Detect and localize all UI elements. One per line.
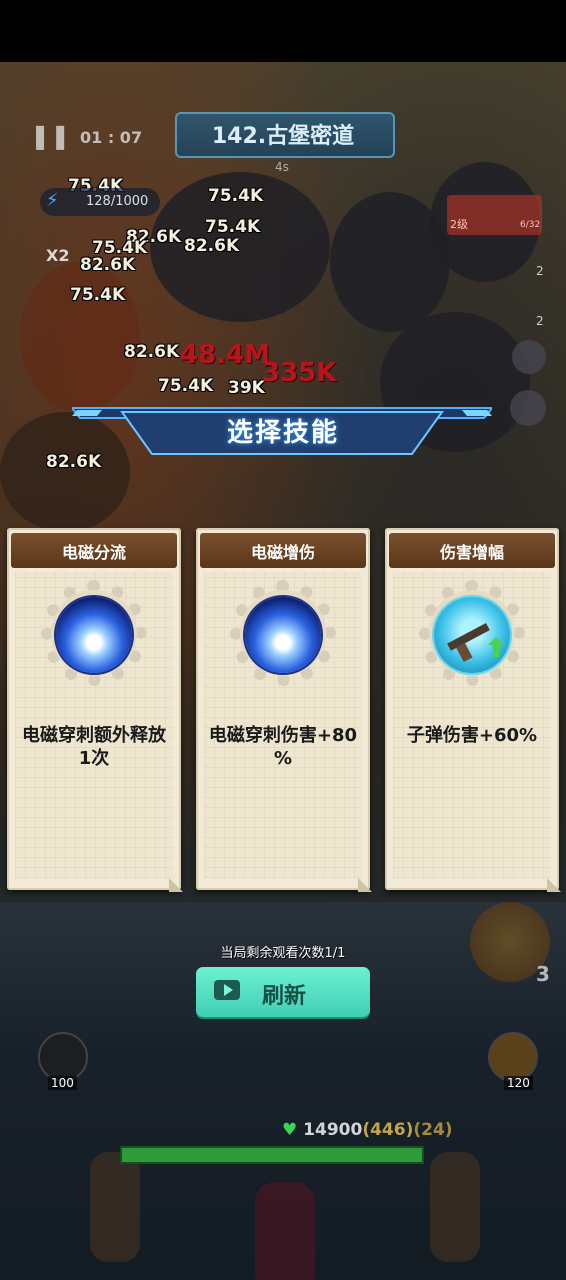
rifle-upgrade-icon — [434, 597, 510, 673]
status-bar — [0, 0, 566, 62]
damage-number: 75.4K — [70, 285, 126, 305]
card-title: 电磁增伤 — [250, 543, 315, 562]
health-value: 14900 — [303, 1120, 363, 1140]
damage-number-crit: 48.4M — [180, 340, 271, 370]
play-icon — [224, 984, 233, 996]
pause-icon: ❚❚ — [30, 122, 71, 150]
refresh-label: 刷新 — [262, 984, 307, 1009]
damage-number: 39K — [228, 378, 265, 398]
weapon-progress: 6/32 — [520, 220, 541, 230]
card-desc-line: 电磁穿刺伤害+80 — [208, 725, 358, 746]
card-title: 伤害增幅 — [439, 543, 504, 562]
card-description: 电磁穿刺额外释放 1次 — [13, 724, 175, 770]
page-curl — [169, 878, 183, 892]
card-header: 伤害增幅 — [389, 533, 555, 568]
damage-number: 82.6K — [80, 255, 136, 275]
bonus-value: (24) — [413, 1120, 453, 1140]
heart-icon: ♥ — [282, 1120, 298, 1140]
card-desc-line: 1次 — [78, 748, 110, 769]
card-title: 电磁分流 — [61, 543, 126, 562]
wave-countdown: 4s — [275, 160, 289, 174]
side-skill-button[interactable] — [510, 390, 546, 426]
damage-number: 75.4K — [205, 217, 261, 237]
left-slot-cost: 100 — [48, 1076, 77, 1090]
page-curl — [358, 878, 372, 892]
side-skill-button[interactable] — [512, 340, 546, 374]
card-description: 子弹伤害+60% — [391, 724, 553, 747]
weapon-level: 2级 — [450, 218, 468, 231]
damage-number: 75.4K — [158, 376, 214, 396]
card-desc-line: 子弹伤害+60% — [406, 725, 538, 746]
skill-card-3[interactable]: 伤害增幅 子弹伤害+60% — [385, 528, 561, 892]
damage-number: 82.6K — [184, 236, 240, 256]
shield-value: (446) — [362, 1120, 414, 1140]
electric-burst-icon — [56, 597, 132, 673]
base-health: ♥ 14900(446)(24) — [282, 1120, 453, 1140]
skill-card-1[interactable]: 电磁分流 电磁穿刺额外释放 1次 — [7, 528, 183, 892]
side-counter: 2 — [536, 314, 544, 328]
speed-multiplier[interactable]: X2 — [46, 246, 69, 265]
pause-button[interactable]: ❚❚ — [30, 122, 70, 152]
side-counter: 2 — [536, 264, 544, 278]
electric-burst-icon — [245, 597, 321, 673]
damage-number-crit: 335K — [262, 358, 337, 388]
right-slot-cost: 120 — [504, 1076, 533, 1090]
health-bar — [120, 1146, 424, 1164]
card-header: 电磁分流 — [11, 533, 177, 568]
card-description: 电磁穿刺伤害+80 % — [202, 724, 364, 770]
banner-title: 选择技能 — [226, 418, 339, 448]
page-curl — [547, 878, 561, 892]
left-skill-slot[interactable] — [38, 1032, 88, 1082]
right-skill-slot[interactable] — [488, 1032, 538, 1082]
damage-number: 82.6K — [124, 342, 180, 362]
card-desc-line: % — [273, 748, 293, 769]
card-header: 电磁增伤 — [200, 533, 366, 568]
stage-timer: 01 : 07 — [80, 128, 143, 147]
lightning-icon: ⚡ — [46, 190, 59, 211]
energy-value: 128/1000 — [86, 194, 149, 209]
hero-count: 3 — [536, 962, 550, 986]
skill-card-2[interactable]: 电磁增伤 电磁穿刺伤害+80 % — [196, 528, 372, 892]
card-desc-line: 电磁穿刺额外释放 — [22, 725, 166, 746]
ad-watch-count: 当局剩余观看次数1/1 — [220, 946, 346, 961]
level-title: 142.古堡密道 — [211, 124, 355, 149]
damage-number: 75.4K — [208, 186, 264, 206]
